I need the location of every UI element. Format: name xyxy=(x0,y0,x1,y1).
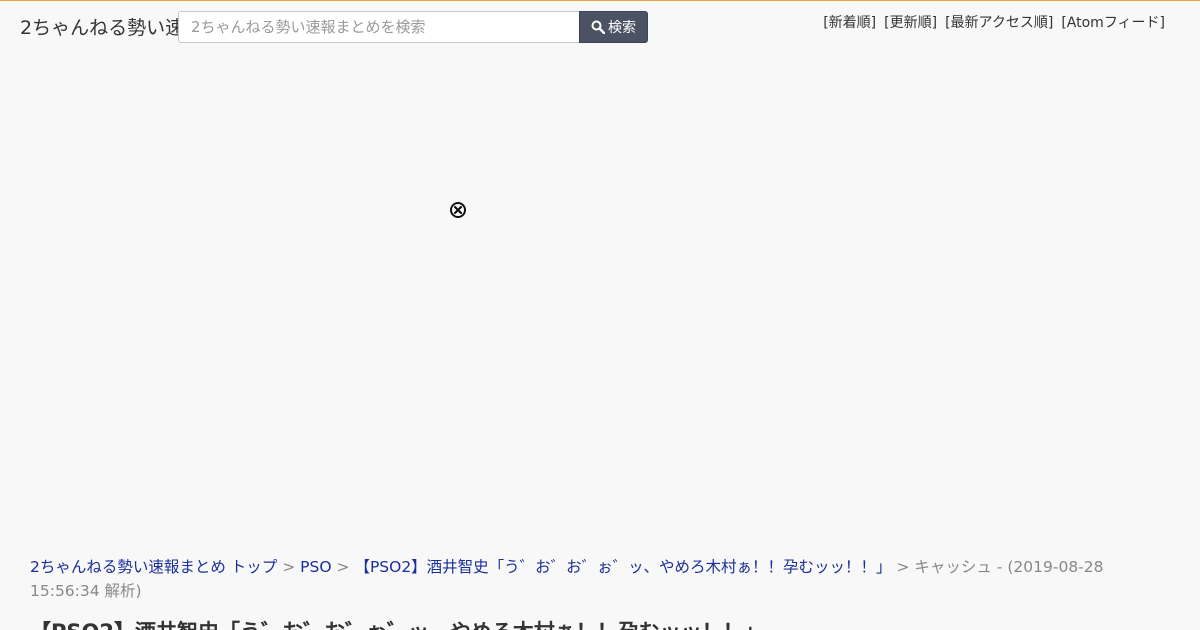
breadcrumb-separator: > xyxy=(282,558,296,576)
breadcrumb-separator: > xyxy=(336,558,350,576)
nav-latest-access-link[interactable]: [最新アクセス順] xyxy=(945,13,1053,33)
nav-new-link[interactable]: [新着順] xyxy=(823,13,876,33)
breadcrumb-thread-link[interactable]: 【PSO2】酒井智史「う゛お゛お゛ぉ゛ッ、やめろ木村ぁ！！孕むッッ！！」 xyxy=(354,558,891,576)
breadcrumb: 2ちゃんねる勢い速報まとめ トップ > PSO > 【PSO2】酒井智史「う゛お… xyxy=(30,555,1170,603)
article-title: 【PSO2】酒井智史「う゛お゛お゛ぉ゛ッ、やめろ木村ぁ！！孕むッッ！！」 xyxy=(30,618,1170,630)
ad-area xyxy=(0,52,1200,542)
nav-updated-link[interactable]: [更新順] xyxy=(884,13,937,33)
article-title-container: 【PSO2】酒井智史「う゛お゛お゛ぉ゛ッ、やめろ木村ぁ！！孕むッッ！！」 xyxy=(30,618,1170,630)
search-icon xyxy=(591,20,605,34)
search-input[interactable] xyxy=(178,11,579,43)
breadcrumb-category-link[interactable]: PSO xyxy=(300,558,331,576)
search-button[interactable]: 検索 xyxy=(579,11,648,43)
breadcrumb-home-link[interactable]: 2ちゃんねる勢い速報まとめ トップ xyxy=(30,558,277,576)
nav-atom-feed-link[interactable]: [Atomフィード] xyxy=(1061,13,1165,33)
site-header: 2ちゃんねる勢い速報まとめ 検索 [新着順] [更新順] [最新アクセス順] [… xyxy=(0,1,1200,52)
sort-nav: [新着順] [更新順] [最新アクセス順] [Atomフィード] xyxy=(823,13,1165,33)
close-circle-icon[interactable] xyxy=(449,201,467,219)
search-button-label: 検索 xyxy=(608,20,636,36)
breadcrumb-separator: > xyxy=(896,558,910,576)
site-title[interactable]: 2ちゃんねる勢い速報まとめ xyxy=(20,14,180,42)
